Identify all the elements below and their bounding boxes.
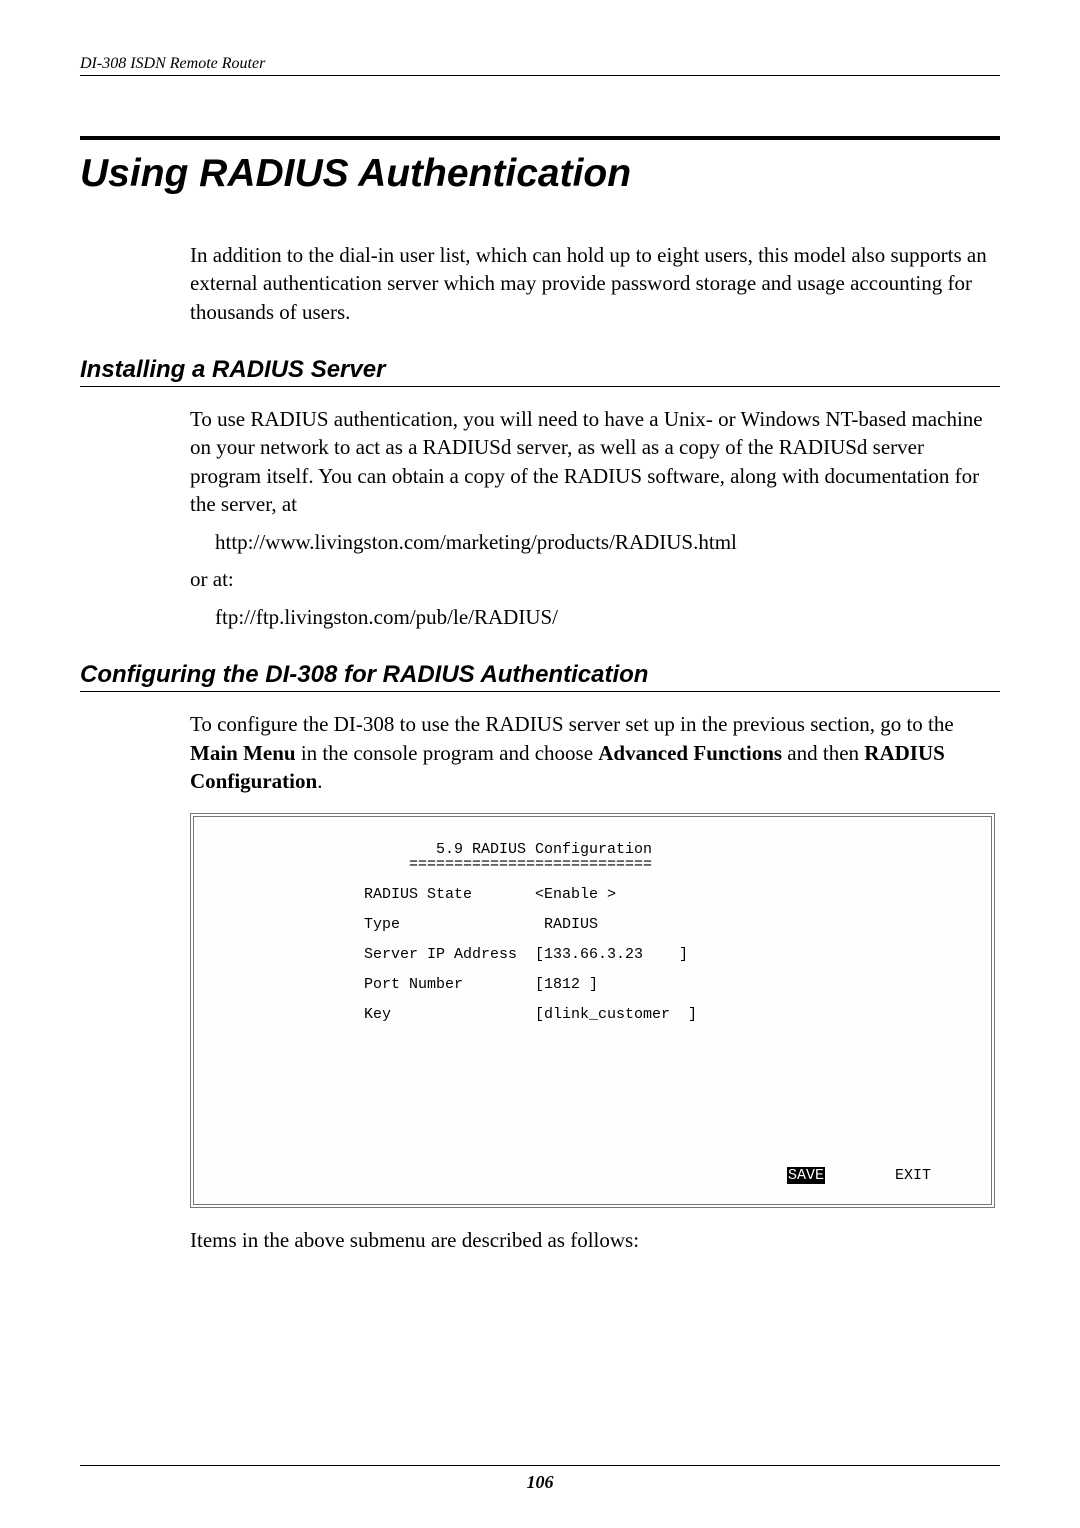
console-row-ip: Server IP Address [133.66.3.23 ]: [364, 946, 688, 963]
after-console-text: Items in the above submenu are described…: [190, 1228, 1000, 1253]
section-heading-install: Installing a RADIUS Server: [80, 356, 1000, 387]
console-row-port: Port Number [1812 ]: [364, 976, 598, 993]
console-row-type: Type RADIUS: [364, 916, 598, 933]
page-number: 106: [527, 1472, 554, 1492]
install-paragraph: To use RADIUS authentication, you will n…: [190, 405, 995, 518]
console-actions: SAVE EXIT: [787, 1167, 931, 1184]
running-header: DI-308 ISDN Remote Router: [80, 55, 1000, 76]
console-text: 5.9 RADIUS Configuration ===============…: [364, 842, 971, 1022]
page-footer: 106: [80, 1465, 1000, 1493]
menu-name-main: Main Menu: [190, 741, 296, 765]
configure-paragraph: To configure the DI-308 to use the RADIU…: [190, 710, 995, 795]
text-fragment: To configure the DI-308 to use the RADIU…: [190, 712, 954, 736]
console-screenshot: 5.9 RADIUS Configuration ===============…: [190, 813, 995, 1208]
text-fragment: and then: [782, 741, 864, 765]
install-url-1: http://www.livingston.com/marketing/prod…: [215, 528, 995, 556]
intro-paragraph: In addition to the dial-in user list, wh…: [190, 241, 995, 326]
text-fragment: in the console program and choose: [296, 741, 599, 765]
install-or: or at:: [190, 565, 995, 593]
console-row-key: Key [dlink_customer ]: [364, 1006, 697, 1023]
save-button[interactable]: SAVE: [787, 1167, 825, 1184]
text-fragment: .: [317, 769, 322, 793]
section-heading-configure: Configuring the DI-308 for RADIUS Authen…: [80, 661, 1000, 692]
console-row-state: RADIUS State <Enable >: [364, 886, 616, 903]
chapter-title: Using RADIUS Authentication: [80, 136, 1000, 196]
menu-name-advanced: Advanced Functions: [598, 741, 782, 765]
console-divider: ===========================: [364, 856, 652, 873]
exit-button[interactable]: EXIT: [895, 1167, 931, 1184]
install-url-2: ftp://ftp.livingston.com/pub/le/RADIUS/: [215, 603, 995, 631]
